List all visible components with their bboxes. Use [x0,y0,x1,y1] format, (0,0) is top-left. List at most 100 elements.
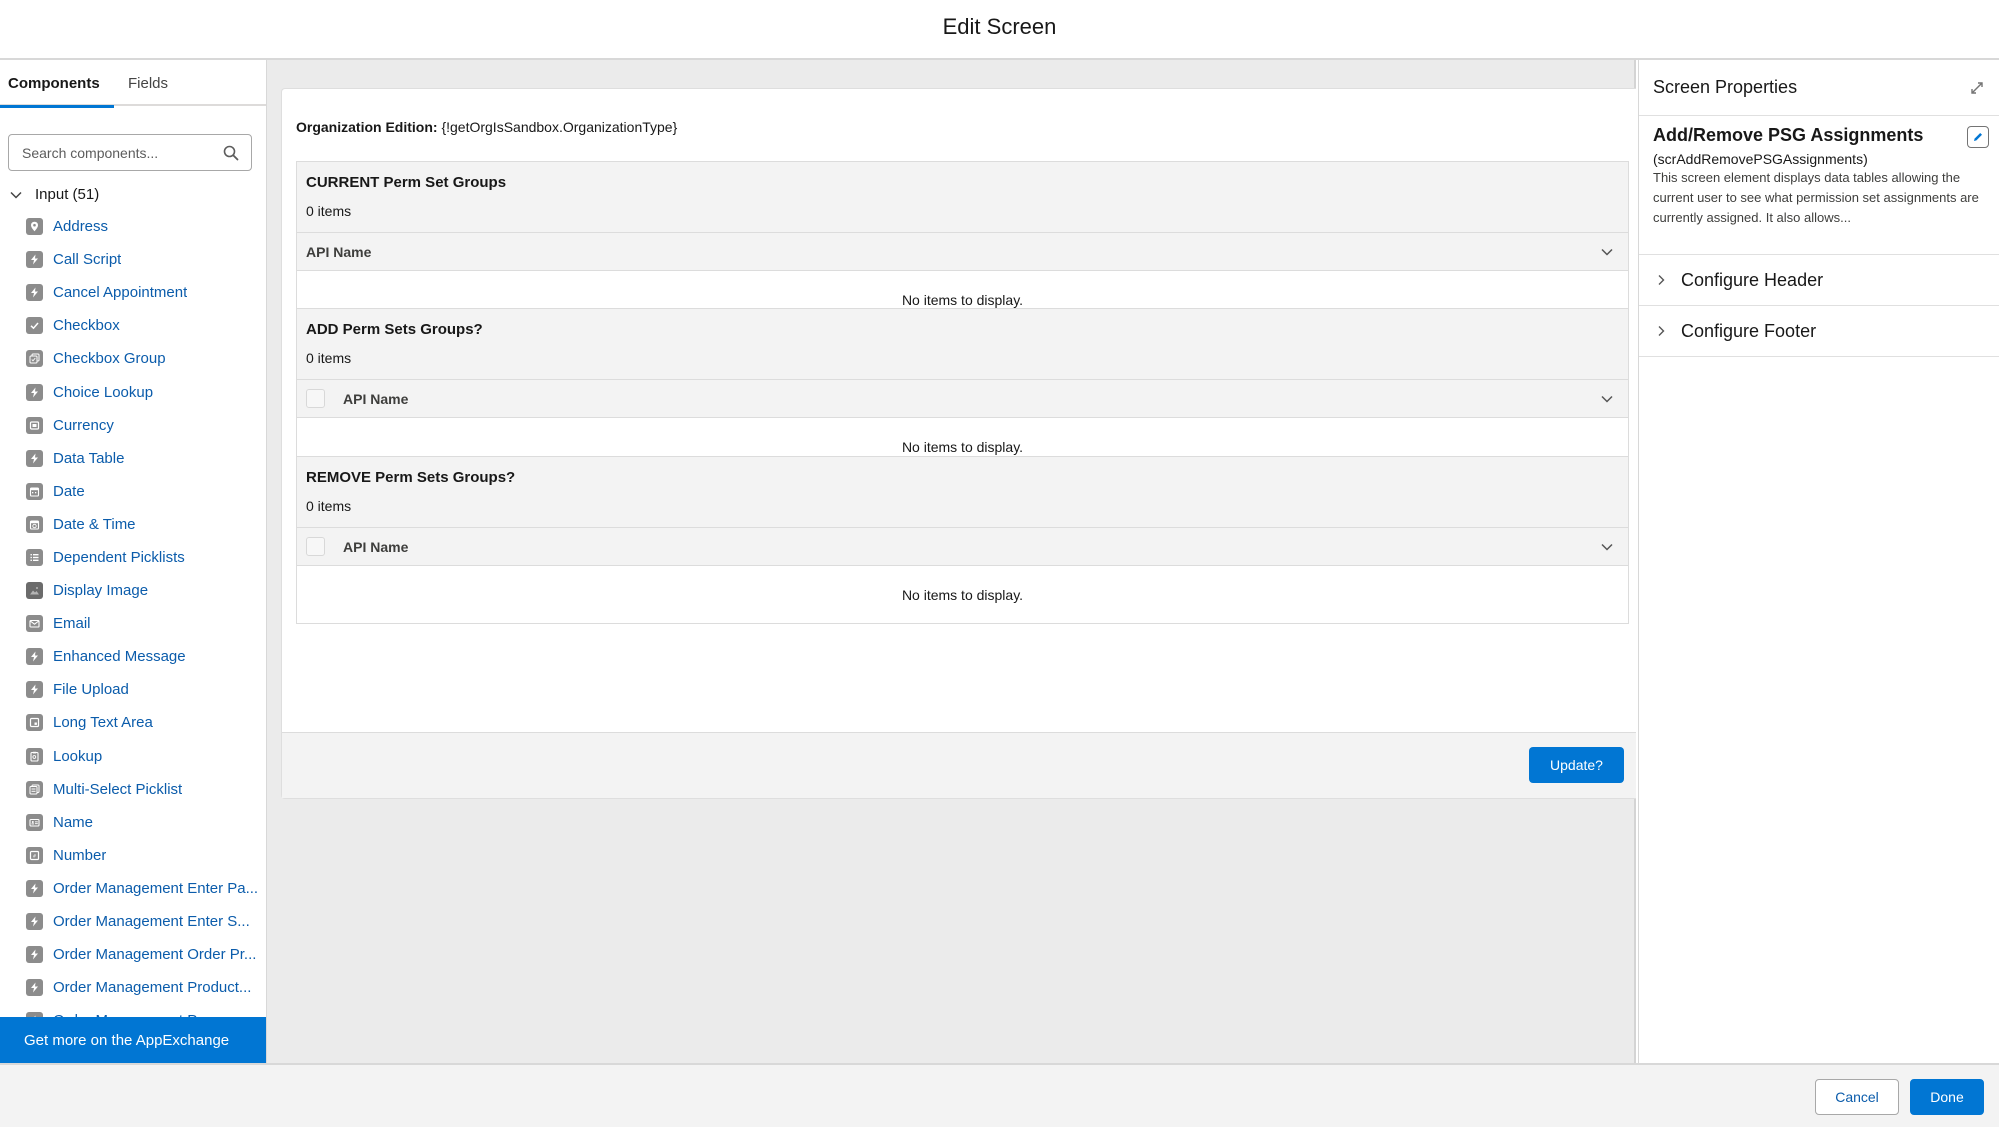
component-item-label: Data Table [53,449,125,467]
component-item-label: Call Script [53,251,122,269]
chevron-right-icon [1658,326,1665,336]
number-icon: # [26,846,43,864]
tab-components[interactable]: Components [0,60,114,108]
group-input-label: Input (51) [35,186,100,203]
component-item[interactable]: Date & Time [0,508,266,541]
multiselect-icon [26,780,43,798]
table-header: CURRENT Perm Set Groups 0 items [297,162,1628,232]
screen-canvas: Organization Edition: {!getOrgIsSandbox.… [267,60,1636,1063]
component-item[interactable]: Checkbox [0,309,266,342]
component-item[interactable]: Name [0,806,266,839]
component-item[interactable]: Email [0,607,266,640]
data-table: ADD Perm Sets Groups? 0 items API Name N… [296,308,1629,476]
cancel-button[interactable]: Cancel [1815,1079,1899,1115]
screen-properties-panel: Screen Properties Add/Remove PSG Assignm… [1638,60,1999,1063]
table-column-header: API Name [297,379,1628,418]
table-item-count: 0 items [306,203,352,219]
checkbox-icon [26,317,43,335]
table-column-header: API Name [297,232,1628,271]
component-item[interactable]: Order Management Order Pr... [0,938,266,971]
component-item[interactable]: Call Script [0,243,266,276]
configure-footer-section[interactable]: Configure Footer [1639,306,1999,357]
configure-header-label: Configure Header [1681,269,1824,290]
chevron-down-icon[interactable] [1600,540,1614,554]
component-item[interactable]: # Number [0,839,266,872]
properties-header: Screen Properties [1639,60,1999,116]
component-item[interactable]: Multi-Select Picklist [0,773,266,806]
group-input-toggle[interactable]: Input (51) [9,186,99,203]
lightning-icon [26,648,43,666]
components-panel: Components Fields Input (51) Address Call… [0,60,267,1063]
component-item-label: Dependent Picklists [53,548,185,566]
search-components-input[interactable] [22,144,223,161]
lightning-icon [26,251,43,269]
component-item[interactable]: Enhanced Message [0,640,266,673]
modal-footer: Cancel Done [0,1063,1999,1127]
tab-fields[interactable]: Fields [114,60,176,106]
configure-footer-label: Configure Footer [1681,320,1817,341]
component-item[interactable]: Lookup [0,740,266,773]
component-item[interactable]: Cancel Appointment [0,276,266,309]
select-all-checkbox[interactable] [306,389,325,408]
select-all-checkbox[interactable] [306,537,325,556]
data-table: CURRENT Perm Set Groups 0 items API Name… [296,161,1629,329]
table-title: ADD Perm Sets Groups? [306,321,483,338]
component-item[interactable]: Long Text Area [0,706,266,739]
table-title: CURRENT Perm Set Groups [306,174,507,191]
table-header: REMOVE Perm Sets Groups? 0 items [297,457,1628,527]
name-icon [26,813,43,831]
component-item[interactable]: Order Management Product... [0,971,266,1004]
edit-element-button[interactable] [1967,126,1989,148]
textarea-icon [26,714,43,732]
component-item[interactable]: Display Image [0,574,266,607]
component-item-label: Cancel Appointment [53,284,188,302]
panel-tabs: Components Fields [0,60,266,108]
element-api-name: (scrAddRemovePSGAssignments) [1653,151,1868,167]
component-item[interactable]: Checkbox Group [0,342,266,375]
components-list: Address Call Script Cancel Appointment Chec… [0,210,266,1037]
chevron-down-icon[interactable] [1600,392,1614,406]
component-item-label: Address [53,218,109,236]
component-item[interactable]: Dependent Picklists [0,541,266,574]
chevron-down-icon[interactable] [1600,245,1614,259]
component-item[interactable]: Date [0,475,266,508]
component-item[interactable]: Choice Lookup [0,375,266,408]
table-header: ADD Perm Sets Groups? 0 items [297,309,1628,379]
chevron-down-icon [10,191,22,199]
appexchange-link[interactable]: Get more on the AppExchange [0,1017,266,1063]
element-info: Add/Remove PSG Assignments (scrAddRemove… [1639,116,1999,255]
component-item[interactable]: Order Management Enter S... [0,905,266,938]
component-item-label: Display Image [53,582,149,600]
component-item-label: Number [53,846,107,864]
component-item-label: Order Management Product... [53,979,252,997]
pencil-icon [1974,133,1982,141]
component-item[interactable]: Order Management Enter Pa... [0,872,266,905]
org-edition-value: {!getOrgIsSandbox.OrganizationType} [441,119,678,135]
component-item[interactable]: File Upload [0,673,266,706]
lightning-icon [26,383,43,401]
component-item-label: Email [53,615,91,633]
expand-icon[interactable] [1969,80,1985,96]
column-api-name[interactable]: API Name [306,244,371,260]
lightning-icon [26,879,43,897]
component-item[interactable]: Address [0,210,266,243]
column-api-name[interactable]: API Name [343,539,408,555]
search-icon[interactable] [223,145,239,161]
component-item-label: Date & Time [53,515,136,533]
table-title: REMOVE Perm Sets Groups? [306,469,516,486]
component-item-label: Lookup [53,747,103,765]
checkbox-group-icon [26,350,43,368]
done-button[interactable]: Done [1910,1079,1984,1115]
list-icon [26,548,43,566]
email-icon [26,615,43,633]
modal-title: Edit Screen [942,14,1057,39]
properties-title: Screen Properties [1653,77,1798,97]
component-item-label: Long Text Area [53,714,153,732]
component-item[interactable]: Data Table [0,442,266,475]
column-api-name[interactable]: API Name [343,391,408,407]
component-item-label: Multi-Select Picklist [53,780,183,798]
component-item[interactable]: Currency [0,409,266,442]
configure-header-section[interactable]: Configure Header [1639,255,1999,306]
update-button[interactable]: Update? [1529,747,1624,783]
lightning-icon [26,449,43,467]
